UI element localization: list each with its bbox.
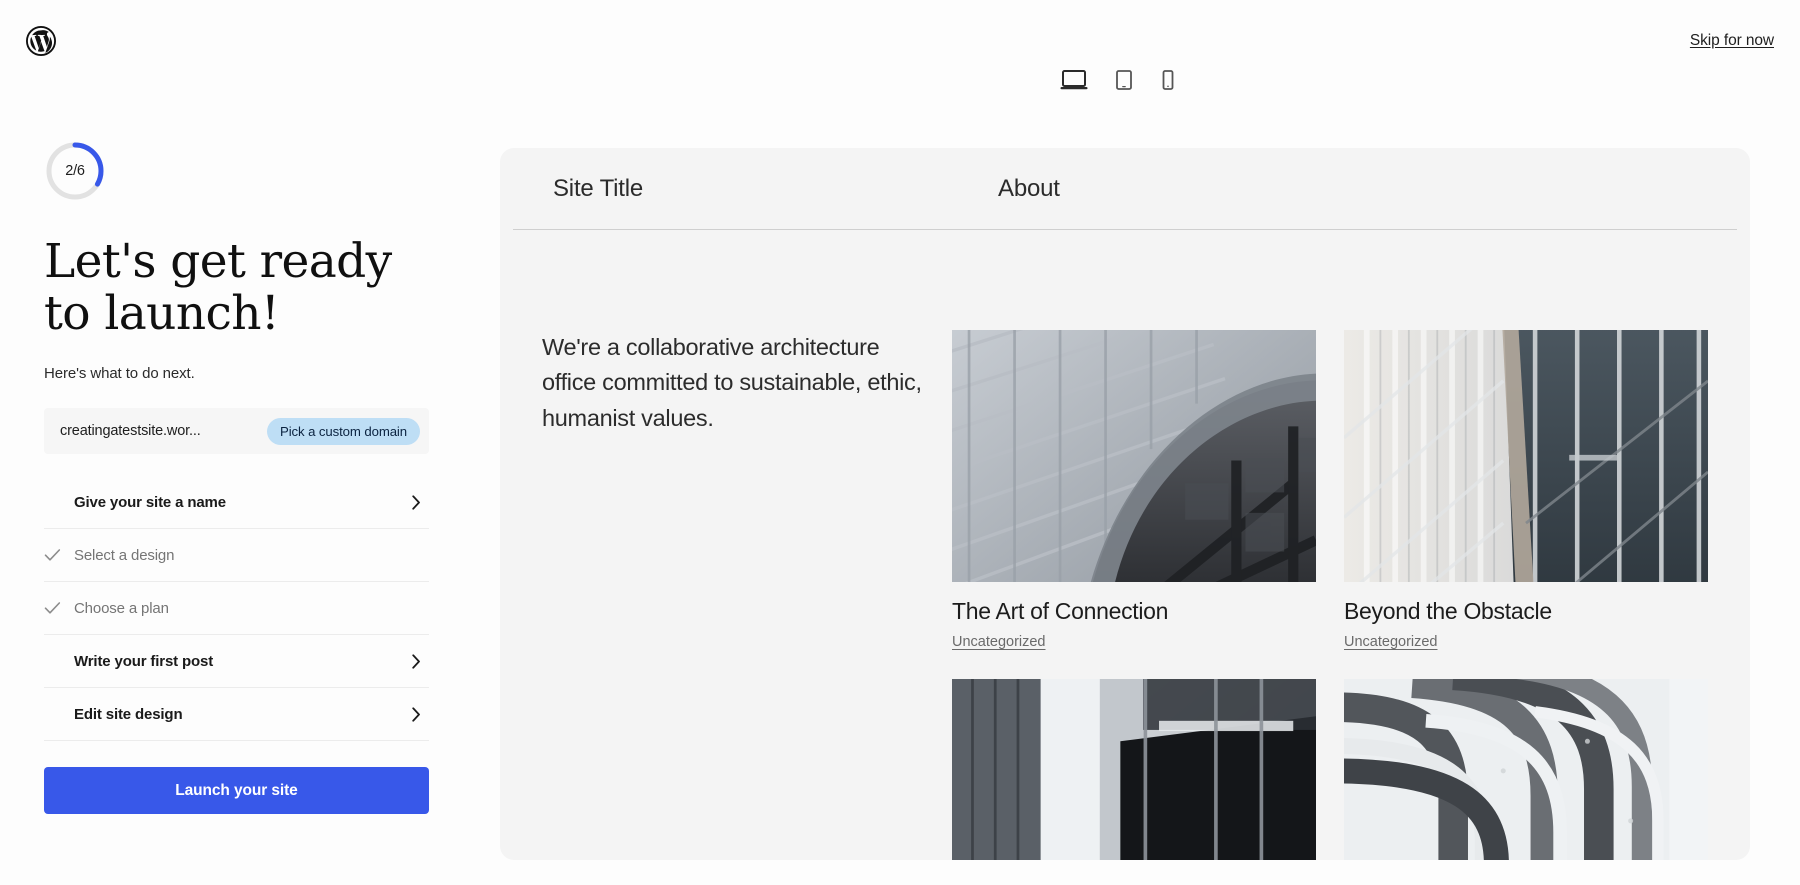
post-thumbnail-image (952, 330, 1316, 582)
post-card[interactable]: Beyond the Obstacle Uncategorized (1344, 330, 1708, 651)
preview-site-header: Site Title About (513, 148, 1737, 230)
preview-site-title: Site Title (553, 174, 644, 202)
post-title: The Art of Connection (952, 598, 1169, 624)
domain-row: creatingatestsite.wor... Pick a custom d… (44, 408, 429, 455)
task-choose-a-plan[interactable]: Choose a plan (44, 582, 429, 636)
page-title: Let's get ready to launch! (44, 234, 392, 341)
post-category-link[interactable]: Uncategorized (952, 634, 1046, 650)
task-label: Select a design (74, 546, 175, 564)
post-category-link[interactable]: Uncategorized (1344, 634, 1438, 650)
post-thumbnail-image (952, 679, 1316, 860)
site-domain-label: creatingatestsite.wor... (60, 423, 201, 440)
post-card[interactable] (1344, 679, 1708, 860)
preview-intro-text: We're a collaborative architecture offic… (542, 334, 922, 431)
post-card[interactable]: The Art of Connection Uncategorized (952, 330, 1316, 651)
post-thumbnail-image (1344, 330, 1708, 582)
wordpress-logo-icon (26, 26, 56, 56)
pick-custom-domain-button[interactable]: Pick a custom domain (267, 417, 420, 445)
chevron-right-icon (405, 707, 421, 722)
preview-content: We're a collaborative architecture offic… (500, 230, 1750, 860)
tablet-icon[interactable] (1114, 68, 1134, 92)
post-title: Beyond the Obstacle (1344, 598, 1552, 624)
task-label: Choose a plan (74, 599, 169, 617)
launch-checklist-sidebar: 2/6 Let's get ready to launch! Here's wh… (44, 140, 429, 815)
mobile-icon[interactable] (1160, 68, 1176, 92)
preview-nav-about[interactable]: About (998, 175, 1060, 203)
check-icon (44, 548, 70, 562)
post-thumbnail-image (1344, 679, 1708, 860)
progress-label: 2/6 (65, 163, 85, 179)
skip-for-now-link[interactable]: Skip for now (1690, 32, 1774, 50)
site-preview-panel: Site Title About We're a collaborative a… (500, 148, 1750, 860)
page-subtitle: Here's what to do next. (44, 365, 195, 383)
top-bar: Skip for now (0, 0, 1800, 92)
chevron-right-icon (405, 654, 421, 669)
task-label: Write your first post (74, 652, 214, 670)
task-edit-site-design[interactable]: Edit site design (44, 688, 429, 742)
device-preview-toggle (1060, 68, 1176, 92)
progress-ring: 2/6 (44, 140, 106, 202)
onboarding-screen: Skip for now 2/6 Let's get ready to laun… (0, 0, 1800, 885)
check-icon (44, 601, 70, 615)
chevron-right-icon (405, 495, 421, 510)
task-select-a-design[interactable]: Select a design (44, 529, 429, 583)
preview-posts-grid: The Art of Connection Uncategorized Beyo… (952, 330, 1708, 860)
task-label: Edit site design (74, 705, 183, 723)
task-write-your-first-post[interactable]: Write your first post (44, 635, 429, 689)
task-label: Give your site a name (74, 494, 226, 512)
task-give-your-site-a-name[interactable]: Give your site a name (44, 476, 429, 530)
launch-your-site-button[interactable]: Launch your site (44, 767, 429, 815)
checklist: Give your site a name Select a design Ch… (44, 476, 429, 742)
post-card[interactable] (952, 679, 1316, 860)
desktop-icon[interactable] (1060, 68, 1088, 92)
